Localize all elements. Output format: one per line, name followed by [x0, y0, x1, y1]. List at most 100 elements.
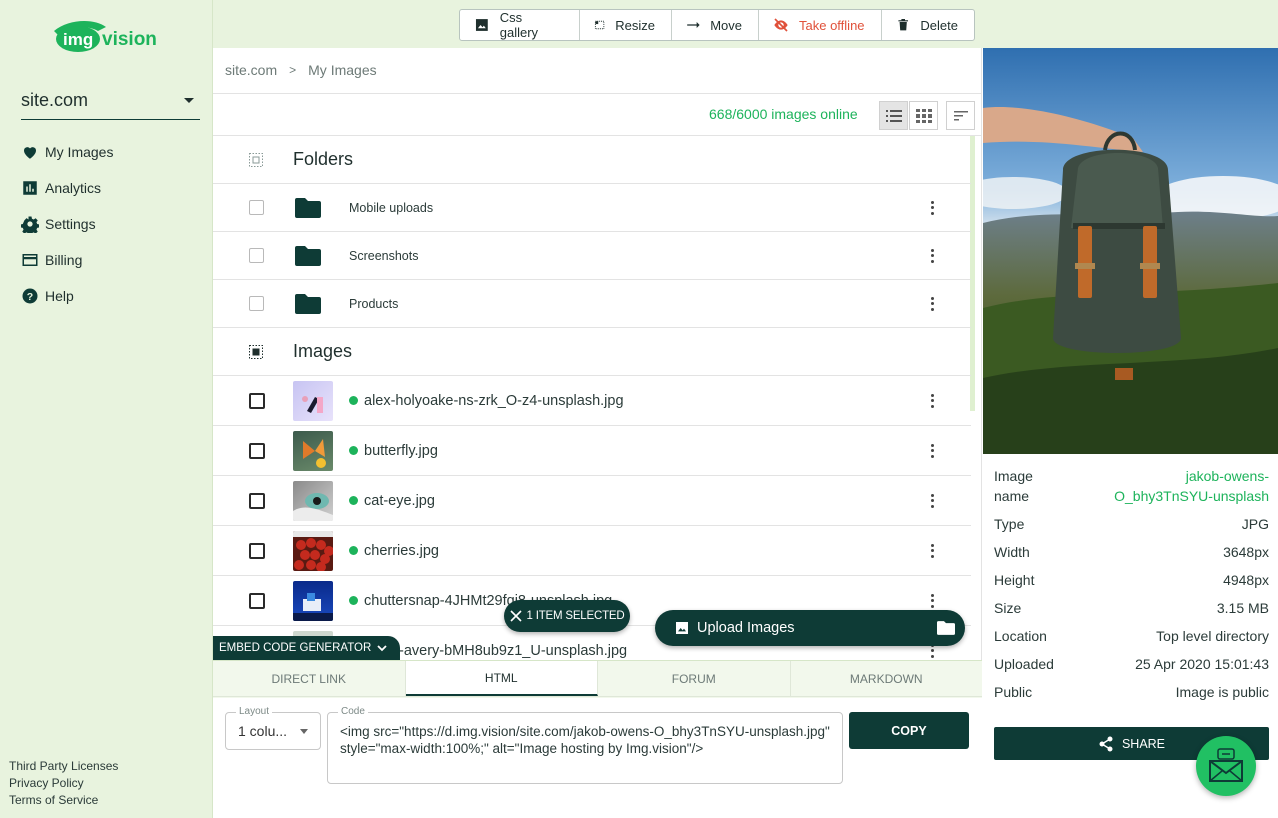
image-checkbox[interactable] — [249, 392, 265, 409]
embed-code-generator-label: EMBED CODE GENERATOR — [219, 642, 372, 654]
detail-value: 25 Apr 2020 15:01:43 — [1135, 656, 1269, 672]
grid-view-button[interactable] — [909, 101, 938, 130]
online-status-dot — [349, 546, 358, 555]
more-options-icon[interactable] — [931, 200, 935, 215]
more-options-icon[interactable] — [931, 443, 935, 458]
top-bar: Css gallery Resize Move Take offline Del… — [213, 0, 1278, 48]
detail-width: Width 3648px — [994, 542, 1269, 562]
sidebar-item-analytics[interactable]: Analytics — [21, 170, 201, 206]
folder-row[interactable]: Screenshots — [213, 232, 971, 280]
folder-checkbox[interactable] — [249, 200, 264, 215]
detail-key: Image name — [994, 468, 1033, 504]
more-options-icon[interactable] — [931, 393, 935, 408]
folder-row[interactable]: Mobile uploads — [213, 184, 971, 232]
detail-key: Location — [994, 628, 1047, 644]
take-offline-button[interactable]: Take offline — [759, 10, 882, 40]
selected-count-pill[interactable]: 1 ITEM SELECTED — [504, 600, 630, 632]
image-row[interactable]: butterfly.jpg — [213, 426, 971, 476]
detail-value: Top level directory — [1156, 628, 1269, 644]
grid-icon — [915, 108, 932, 123]
detail-type: Type JPG — [994, 514, 1269, 534]
online-count: 668/6000 images online — [709, 106, 858, 122]
tab-markdown[interactable]: MARKDOWN — [791, 661, 983, 696]
resize-icon — [594, 20, 605, 30]
image-row[interactable]: cat-eye.jpg — [213, 476, 971, 526]
breadcrumb-current: My Images — [308, 62, 377, 78]
image-name: alex-holyoake-ns-zrk_O-z4-unsplash.jpg — [364, 392, 624, 409]
list-view-button[interactable] — [879, 101, 908, 130]
more-options-icon[interactable] — [931, 296, 935, 311]
image-row[interactable]: cherries.jpg — [213, 526, 971, 576]
upload-images-button[interactable]: Upload Images — [655, 610, 965, 646]
sidebar-item-help[interactable]: ? Help — [21, 278, 201, 314]
close-icon[interactable] — [509, 610, 522, 622]
sidebar-item-billing[interactable]: Billing — [21, 242, 201, 278]
tab-forum[interactable]: FORUM — [598, 661, 791, 696]
image-checkbox[interactable] — [249, 592, 265, 609]
folder-icon — [295, 197, 321, 218]
more-options-icon[interactable] — [931, 248, 935, 263]
folder-checkbox[interactable] — [249, 248, 264, 263]
images-title: Images — [293, 341, 353, 361]
image-thumbnail — [293, 380, 333, 421]
sidebar-nav: My Images Analytics Settings Billing ? H… — [21, 134, 201, 314]
privacy-policy-link[interactable]: Privacy Policy — [9, 775, 118, 792]
css-gallery-button[interactable]: Css gallery — [460, 10, 580, 40]
sidebar-item-label: Help — [45, 288, 74, 304]
detail-public: Public Image is public — [994, 682, 1269, 702]
image-thumbnail — [293, 580, 333, 621]
detail-value: 3.15 MB — [1216, 600, 1269, 616]
embed-code-generator-toggle[interactable]: EMBED CODE GENERATOR — [213, 636, 400, 660]
image-checkbox[interactable] — [249, 442, 265, 459]
breadcrumb: site.com > My Images — [225, 62, 377, 78]
folder-icon[interactable] — [937, 620, 955, 636]
layout-select[interactable]: 1 colu... — [225, 712, 321, 750]
sidebar-item-label: Billing — [45, 252, 83, 268]
more-options-icon[interactable] — [931, 593, 935, 608]
image-checkbox[interactable] — [249, 492, 265, 509]
image-preview — [983, 48, 1278, 454]
more-options-icon[interactable] — [931, 493, 935, 508]
upload-images-label: Upload Images — [697, 620, 795, 636]
folder-checkbox[interactable] — [249, 296, 264, 311]
sidebar-item-label: My Images — [45, 144, 114, 160]
svg-text:vision: vision — [102, 29, 157, 50]
folder-name: Products — [349, 296, 399, 311]
site-selector[interactable]: site.com — [21, 82, 200, 120]
select-all-folders-icon[interactable] — [249, 152, 263, 167]
imgvision-logo[interactable]: img vision — [50, 17, 162, 57]
terms-of-service-link[interactable]: Terms of Service — [9, 792, 118, 809]
third-party-licenses-link[interactable]: Third Party Licenses — [9, 758, 118, 775]
move-button[interactable]: Move — [672, 10, 759, 40]
image-checkbox[interactable] — [249, 542, 265, 559]
image-name-link[interactable]: jakob-owens-O_bhy3TnSYU-unsplash — [1089, 466, 1269, 506]
image-name: cherries.jpg — [364, 542, 439, 559]
css-gallery-label: Css gallery — [499, 10, 539, 40]
detail-key: Size — [994, 600, 1022, 616]
embed-code-field[interactable] — [327, 712, 843, 784]
image-thumbnail — [293, 530, 333, 571]
sort-button[interactable] — [946, 101, 975, 130]
folder-name: Screenshots — [349, 248, 419, 263]
detail-location: Location Top level directory — [994, 626, 1269, 646]
tab-direct-link[interactable]: DIRECT LINK — [213, 661, 406, 696]
delete-button[interactable]: Delete — [882, 10, 974, 40]
detail-key: Height — [994, 572, 1035, 588]
folder-row[interactable]: Products — [213, 280, 971, 328]
tab-html[interactable]: HTML — [405, 661, 598, 696]
list-icon — [885, 109, 902, 122]
more-options-icon[interactable] — [931, 543, 935, 558]
image-row[interactable]: alex-holyoake-ns-zrk_O-z4-unsplash.jpg — [213, 376, 971, 426]
copy-button[interactable]: COPY — [849, 712, 969, 749]
select-all-images-icon[interactable] — [249, 344, 263, 359]
arrow-right-icon — [687, 22, 700, 28]
sidebar-item-settings[interactable]: Settings — [21, 206, 201, 242]
breadcrumb-root[interactable]: site.com — [225, 62, 277, 78]
chat-support-button[interactable] — [1196, 736, 1256, 796]
embed-body: 1 colu... Layout Code COPY — [213, 698, 982, 818]
chevron-down-icon — [377, 645, 387, 652]
folders-section-header: Folders — [213, 136, 971, 184]
detail-value: 4948px — [1223, 572, 1269, 588]
resize-button[interactable]: Resize — [580, 10, 672, 40]
sidebar-item-my-images[interactable]: My Images — [21, 134, 201, 170]
